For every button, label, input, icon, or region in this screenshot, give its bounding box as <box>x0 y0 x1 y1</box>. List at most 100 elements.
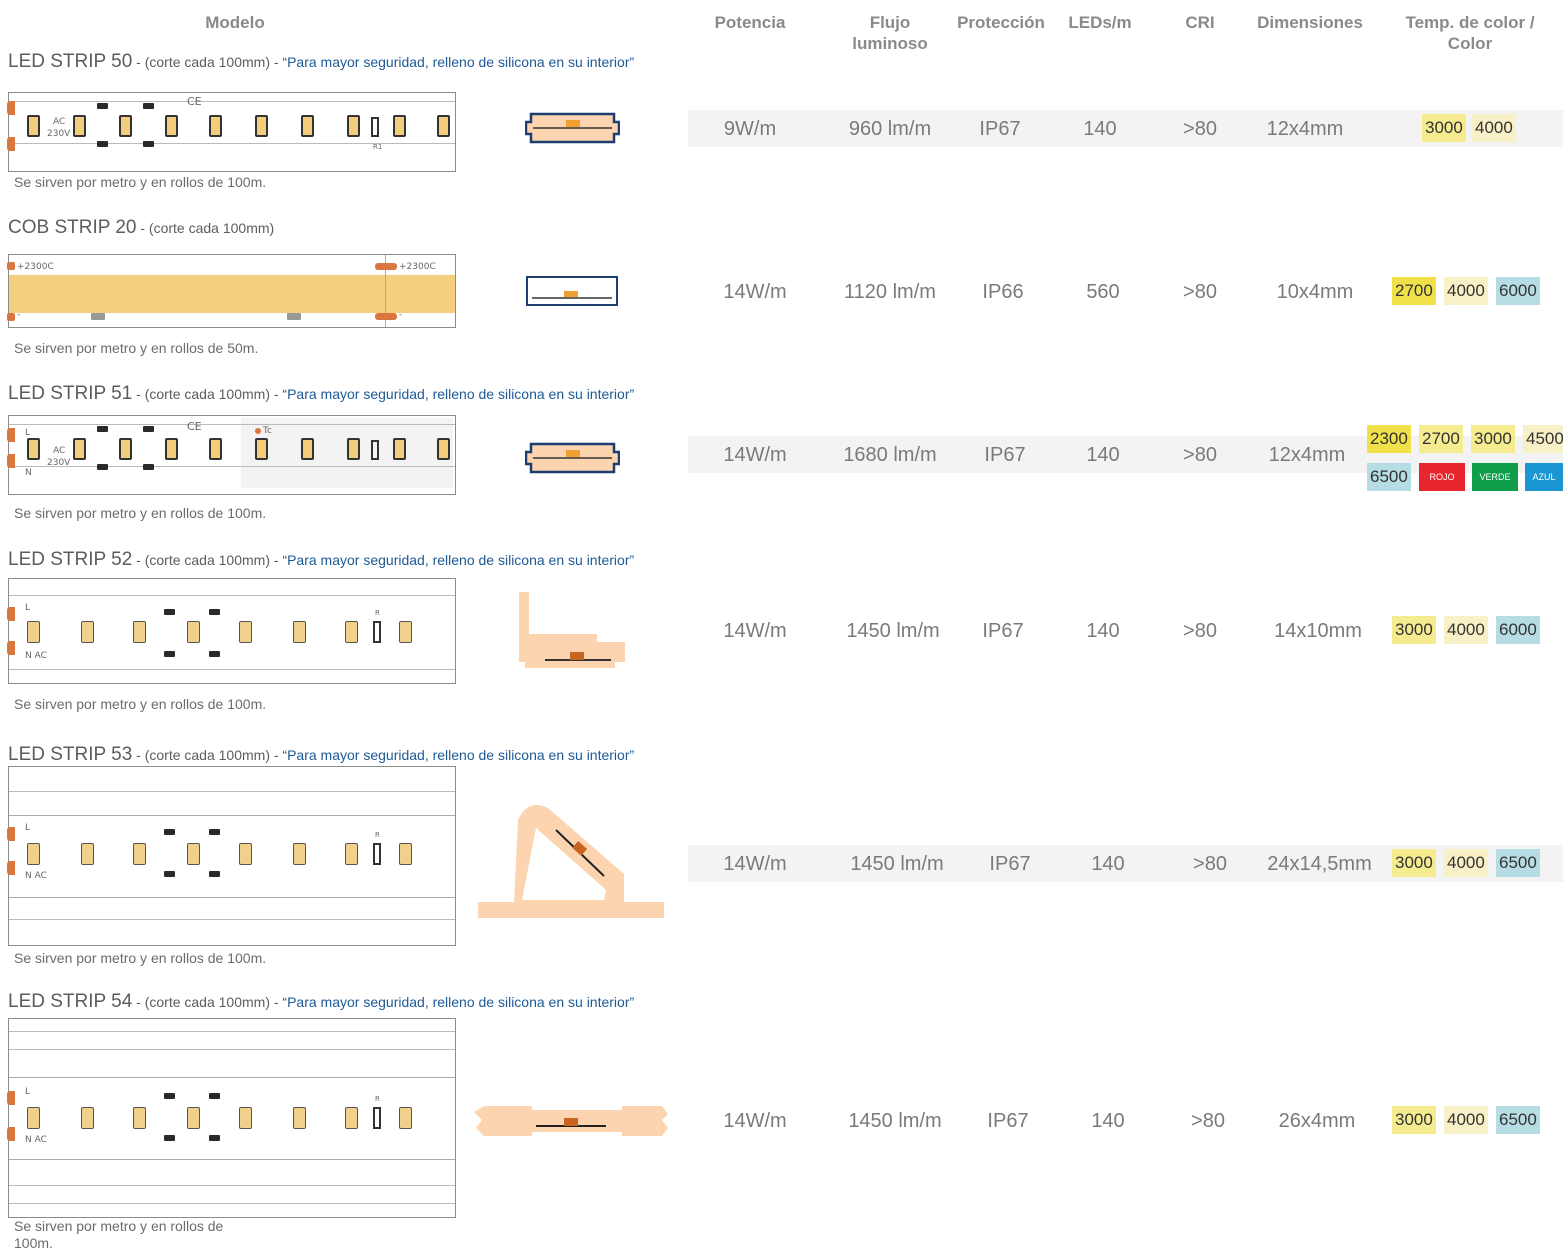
resistor <box>97 464 108 470</box>
cell-flujo: 1450 lm/m <box>848 1110 942 1132</box>
label-r1: R1 <box>373 143 383 151</box>
led-chip <box>187 1107 200 1129</box>
led-chip <box>165 115 178 137</box>
header-proteccion: Protección <box>957 13 1045 32</box>
cell-flujo: 1450 lm/m <box>846 620 940 642</box>
label-ac: AC <box>53 117 66 127</box>
label-tc: Tc <box>263 426 272 436</box>
product-name: COB STRIP 20 <box>8 217 137 238</box>
led-chip <box>437 438 450 460</box>
cell-cri: >80 <box>1191 1110 1225 1132</box>
cell-dimensiones: 10x4mm <box>1276 281 1354 303</box>
label-n: N <box>25 468 32 478</box>
product-note: “Para mayor seguridad, relleno de silico… <box>282 552 635 568</box>
product-footer: Se sirven por metro y en rollos de 50m. <box>14 340 259 356</box>
header-dimensiones: Dimensiones <box>1257 13 1363 32</box>
led-chip <box>133 1107 146 1129</box>
strip-image: AC 230V CE R1 <box>7 92 456 172</box>
label-ce: CE <box>187 95 202 108</box>
cell-potencia: 14W/m <box>723 620 787 642</box>
color-chip-verde: VERDE <box>1472 463 1518 491</box>
color-chip: 3000 <box>1422 114 1466 142</box>
cell-leds: 140 <box>1083 118 1117 140</box>
cell-proteccion: IP67 <box>982 620 1024 642</box>
profile-section-image <box>474 1106 668 1136</box>
led-chip <box>239 1107 252 1129</box>
cell-cri: >80 <box>1183 281 1217 303</box>
product-name: LED STRIP 51 <box>8 383 133 404</box>
product-footer: Se sirven por metro y en rollos de 100m. <box>14 174 267 190</box>
product-note: “Para mayor seguridad, relleno de silico… <box>282 994 635 1010</box>
profile-section-image <box>525 112 620 144</box>
led-chip <box>81 843 94 865</box>
color-chip: 3000 <box>1392 849 1436 877</box>
cell-dimensiones: 24x14,5mm <box>1267 853 1372 875</box>
led-chip <box>239 621 252 643</box>
label-r: R <box>375 609 380 617</box>
header-flujo: Flujo luminoso <box>852 13 928 53</box>
led-chip <box>393 438 406 460</box>
led-chip <box>73 115 86 137</box>
led-chip <box>133 843 146 865</box>
led-chip <box>119 438 132 460</box>
product-name: LED STRIP 53 <box>8 744 133 765</box>
cell-potencia: 14W/m <box>723 281 787 303</box>
connector-dot <box>7 137 15 151</box>
resistor <box>164 1093 175 1099</box>
led-chip <box>393 115 406 137</box>
product-cut-info: - (corte cada 100mm) <box>136 220 275 236</box>
cell-potencia: 9W/m <box>723 118 777 140</box>
label-plus: +2300C <box>17 262 54 272</box>
resistor <box>164 609 175 615</box>
label-nac: N AC <box>25 1135 47 1145</box>
product-cut-info: - (corte cada 100mm) - <box>132 994 283 1010</box>
resistor <box>97 103 108 109</box>
profile-section-image <box>478 804 664 918</box>
led-chip <box>399 1107 412 1129</box>
led-chip <box>81 621 94 643</box>
resistor <box>209 871 220 877</box>
color-chip: 6500 <box>1496 849 1540 877</box>
color-chip: 2700 <box>1419 425 1463 453</box>
label-l: L <box>25 428 31 438</box>
label-ac: AC <box>53 446 66 456</box>
solder-pad <box>91 313 105 320</box>
label-230v: 230V <box>47 129 71 139</box>
led-chip <box>27 843 40 865</box>
color-chip: 6500 <box>1367 463 1411 491</box>
header-temp: Temp. de color / Color <box>1405 13 1535 53</box>
resistor <box>164 829 175 835</box>
product-cut-info: - (corte cada 100mm) - <box>132 552 283 568</box>
strip-image: +2300C +2300C - - <box>7 254 456 328</box>
product-note: “Para mayor seguridad, relleno de silico… <box>282 747 635 763</box>
color-chip: 3000 <box>1471 425 1515 453</box>
color-chip: 2700 <box>1392 277 1436 305</box>
product-cut-info: - (corte cada 100mm) - <box>132 54 283 70</box>
cell-cri: >80 <box>1193 853 1227 875</box>
profile-section-image <box>525 442 620 474</box>
product-note: “Para mayor seguridad, relleno de silico… <box>282 386 635 402</box>
cell-flujo: 1680 lm/m <box>843 444 937 466</box>
led-chip <box>133 621 146 643</box>
led-chip <box>347 438 360 460</box>
product-footer: Se sirven por metro y en rollos de 100m. <box>14 1218 224 1251</box>
connector-dot <box>7 827 15 841</box>
resistor <box>97 141 108 147</box>
cell-proteccion: IP66 <box>982 281 1024 303</box>
resistor <box>164 651 175 657</box>
led-chip <box>27 1107 40 1129</box>
led-chip <box>255 438 268 460</box>
cell-dimensiones: 12x4mm <box>1268 444 1346 466</box>
product-title: LED STRIP 50 - (corte cada 100mm) - “Par… <box>8 51 634 73</box>
product-cut-info: - (corte cada 100mm) - <box>132 747 283 763</box>
cell-dimensiones: 14x10mm <box>1274 620 1362 642</box>
header-cri: CRI <box>1185 13 1215 32</box>
strip-image: L N AC R <box>7 1018 456 1218</box>
product-title: LED STRIP 51 - (corte cada 100mm) - “Par… <box>8 383 634 405</box>
led-chip <box>27 621 40 643</box>
connector-dot <box>7 101 15 115</box>
resistor <box>164 871 175 877</box>
color-chip-azul: AZUL <box>1525 463 1563 491</box>
cob-emitter <box>9 275 455 313</box>
header-potencia: Potencia <box>714 13 786 32</box>
